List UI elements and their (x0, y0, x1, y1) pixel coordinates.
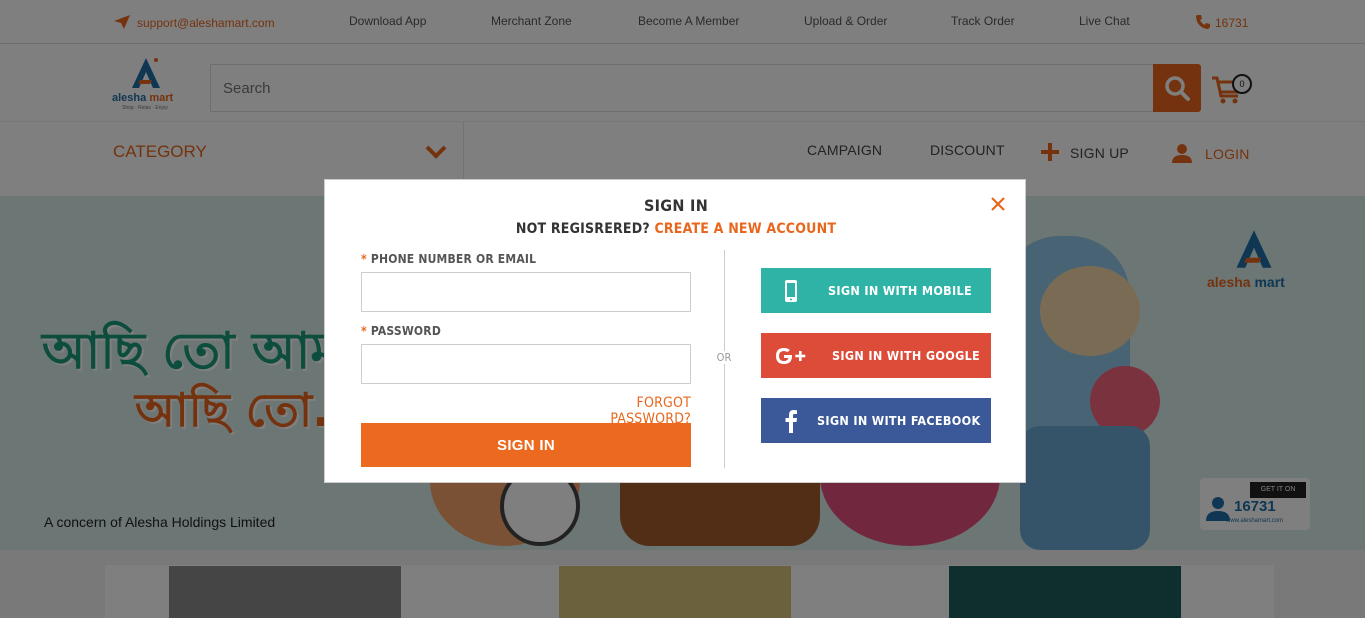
not-registered-text: NOT REGISRERED? (515, 221, 650, 237)
modal-subtitle: NOT REGISRERED? CREATE A NEW ACCOUNT (325, 221, 1027, 237)
sign-in-facebook-button[interactable]: SIGN IN WITH FACEBOOK (761, 398, 991, 443)
or-divider-text: OR (710, 351, 738, 364)
password-input[interactable] (361, 344, 691, 384)
sign-in-mobile-button[interactable]: SIGN IN WITH MOBILE (761, 268, 991, 313)
sign-in-button[interactable]: SIGN IN (361, 423, 691, 467)
sign-in-modal: SIGN IN NOT REGISRERED? CREATE A NEW ACC… (324, 179, 1026, 483)
phone-email-label: * PHONE NUMBER OR EMAIL (361, 252, 537, 266)
sign-in-mobile-label: SIGN IN WITH MOBILE (828, 283, 972, 298)
required-marker: * (361, 252, 367, 266)
sign-in-google-button[interactable]: SIGN IN WITH GOOGLE (761, 333, 991, 378)
required-marker: * (361, 324, 367, 338)
close-icon[interactable] (989, 195, 1007, 213)
sign-in-google-label: SIGN IN WITH GOOGLE (832, 348, 981, 363)
password-label: * PASSWORD (361, 324, 441, 338)
phone-email-input[interactable] (361, 272, 691, 312)
mobile-phone-icon (761, 279, 821, 303)
google-plus-icon (761, 346, 821, 366)
sign-in-facebook-label: SIGN IN WITH FACEBOOK (817, 413, 981, 428)
facebook-icon (761, 409, 821, 433)
modal-title: SIGN IN (643, 196, 709, 215)
create-account-link[interactable]: CREATE A NEW ACCOUNT (654, 221, 836, 237)
